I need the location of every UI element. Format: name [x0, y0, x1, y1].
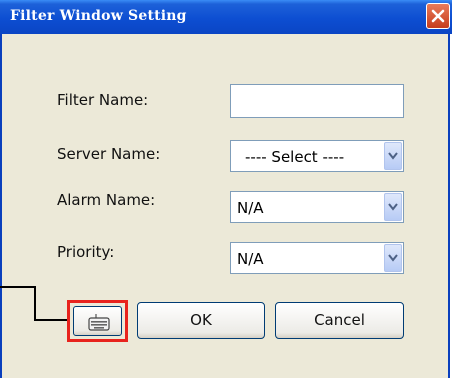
dialog-title: Filter Window Setting — [10, 8, 187, 24]
close-icon — [431, 9, 445, 23]
alarm-name-label: Alarm Name: — [57, 191, 156, 209]
filter-name-input[interactable] — [230, 84, 404, 118]
priority-value: N/A — [237, 250, 264, 268]
callout-line — [0, 286, 35, 288]
filter-name-label: Filter Name: — [57, 91, 149, 109]
server-name-select[interactable]: ---- Select ---- — [230, 140, 404, 172]
priority-select[interactable]: N/A — [230, 242, 404, 274]
callout-line — [34, 286, 36, 321]
alarm-name-value: N/A — [237, 199, 264, 217]
server-name-value: ---- Select ---- — [245, 148, 345, 166]
close-button[interactable] — [426, 3, 450, 29]
alarm-name-select[interactable]: N/A — [230, 191, 404, 223]
priority-label: Priority: — [57, 243, 115, 261]
chevron-down-icon — [388, 203, 398, 211]
keyboard-button[interactable] — [73, 306, 122, 336]
server-name-dropdown-button[interactable] — [384, 142, 402, 170]
keyboard-button-highlight — [67, 300, 128, 342]
server-name-label: Server Name: — [57, 145, 161, 163]
chevron-down-icon — [388, 254, 398, 262]
callout-line — [34, 319, 68, 321]
alarm-name-dropdown-button[interactable] — [384, 193, 402, 221]
priority-dropdown-button[interactable] — [384, 244, 402, 272]
keyboard-icon — [88, 314, 110, 331]
title-bar[interactable]: Filter Window Setting — [0, 0, 452, 34]
cancel-button[interactable]: Cancel — [275, 302, 404, 339]
chevron-down-icon — [388, 152, 398, 160]
ok-button[interactable]: OK — [137, 302, 265, 339]
